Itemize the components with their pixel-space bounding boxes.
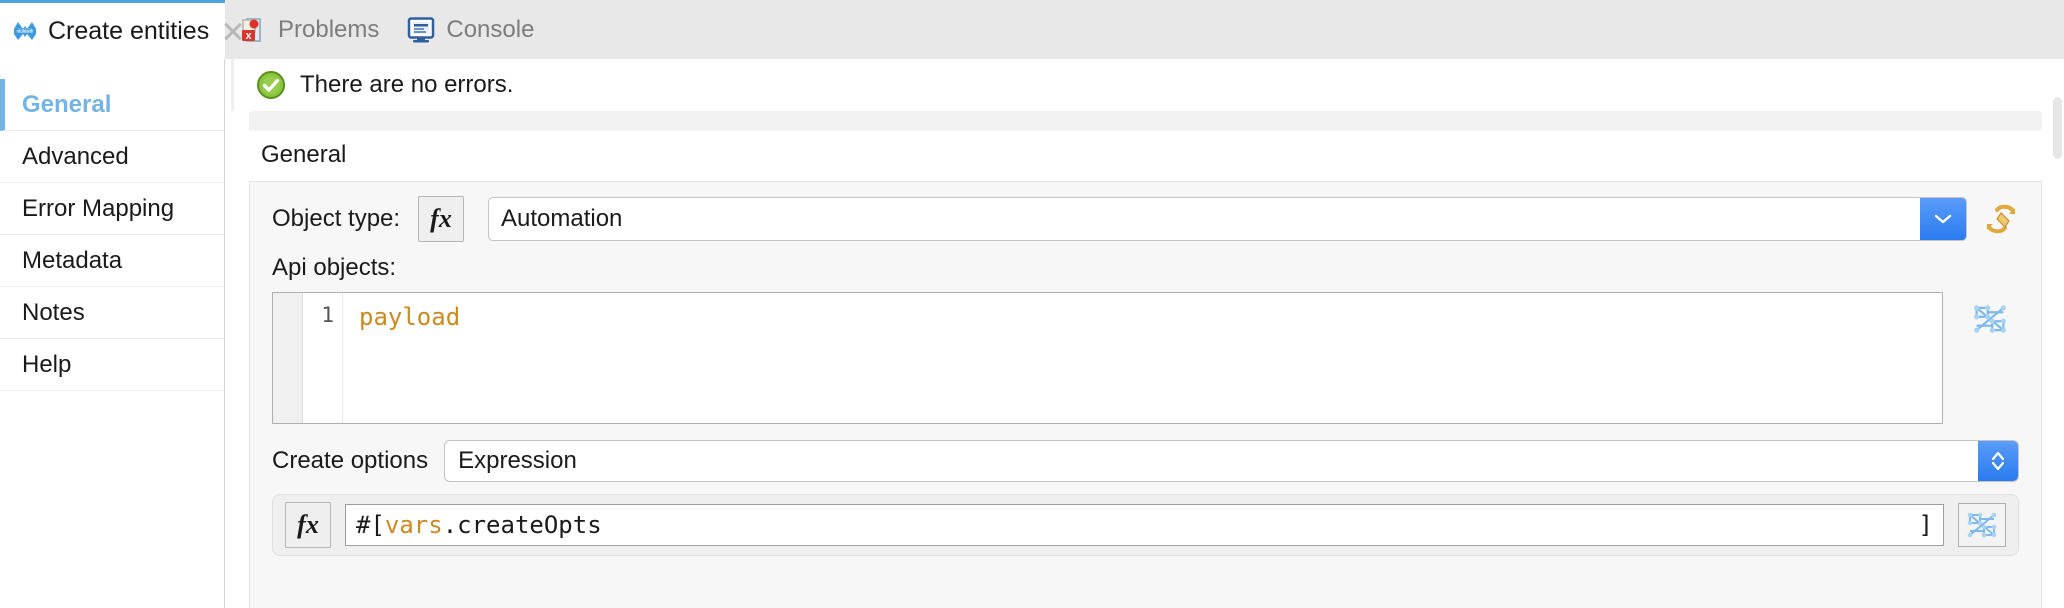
sidebar-item-error-mapping[interactable]: Error Mapping (0, 183, 224, 235)
editor-line-number: 1 (303, 293, 343, 423)
sidebar-item-notes[interactable]: Notes (0, 287, 224, 339)
success-check-icon (257, 71, 285, 99)
api-objects-dataweave-button[interactable] (1961, 292, 2019, 424)
status-divider (249, 111, 2042, 131)
dataweave-icon (1974, 305, 2006, 333)
fx-label: fx (297, 510, 319, 539)
stepper-updown-icon (1991, 451, 2005, 471)
sidebar-item-label: Metadata (22, 246, 123, 274)
create-options-label: Create options (272, 447, 429, 474)
editor-window: mulesoft Create entities x Problems Cons… (0, 0, 2064, 608)
editor-gutter (273, 293, 303, 423)
status-text: There are no errors. (300, 71, 514, 98)
tab-problems[interactable]: x Problems (225, 0, 393, 59)
sidebar-item-label: Help (22, 350, 72, 378)
status-bar: There are no errors. (231, 59, 2064, 111)
create-options-stepper-button[interactable] (1978, 441, 2018, 481)
expression-input[interactable]: #[ vars .createOpts ] (345, 504, 1944, 546)
object-type-label: Object type: (272, 205, 401, 232)
scrollbar-thumb[interactable] (2053, 97, 2062, 159)
expression-closing-bracket: ] (1918, 511, 1933, 539)
close-icon[interactable] (221, 19, 245, 43)
expression-token: vars (384, 511, 443, 539)
sidebar-item-advanced[interactable]: Advanced (0, 131, 224, 183)
api-objects-label: Api objects: (272, 254, 397, 281)
main-panel: There are no errors. General Object type… (225, 59, 2064, 608)
general-group: General Object type: fx Automation Api o… (249, 131, 2042, 608)
sidebar-item-metadata[interactable]: Metadata (0, 235, 224, 287)
sidebar-item-help[interactable]: Help (0, 339, 224, 391)
fx-label: fx (430, 204, 452, 233)
tab-label: Console (446, 15, 535, 43)
object-type-fx-button[interactable]: fx (418, 196, 464, 242)
create-options-select[interactable]: Expression (444, 440, 2019, 482)
api-objects-editor-row: 1 payload (250, 292, 2041, 424)
tab-console[interactable]: Console (393, 0, 548, 59)
sidebar-item-label: Error Mapping (22, 194, 175, 222)
expression-dataweave-button[interactable] (1958, 503, 2006, 547)
api-objects-editor[interactable]: 1 payload (272, 292, 1943, 424)
svg-text:mulesoft: mulesoft (16, 29, 34, 34)
object-type-combo[interactable]: Automation (488, 197, 1967, 241)
sidebar-item-label: Advanced (22, 142, 129, 170)
editor-code[interactable]: payload (343, 293, 1942, 423)
mulesoft-logo-icon: mulesoft (14, 22, 36, 40)
vertical-scrollbar[interactable] (2051, 59, 2064, 608)
sidebar-item-label: Notes (22, 298, 85, 326)
refresh-metadata-icon[interactable] (1983, 201, 2019, 237)
object-type-dropdown-button[interactable] (1920, 198, 1966, 240)
create-options-row: Create options Expression (250, 440, 2041, 482)
sidebar-item-label: General (22, 90, 112, 118)
group-title: General (261, 141, 347, 168)
general-group-box: Object type: fx Automation Api objects: … (249, 181, 2042, 608)
tab-bar: mulesoft Create entities x Problems Cons… (0, 0, 2064, 59)
create-options-value: Expression (458, 447, 577, 474)
dataweave-icon (1967, 512, 1997, 538)
sidebar-item-general[interactable]: General (0, 79, 224, 131)
settings-sidebar: General Advanced Error Mapping Metadata … (0, 59, 225, 608)
object-type-value: Automation (501, 205, 623, 232)
body: General Advanced Error Mapping Metadata … (0, 59, 2064, 608)
tab-create-entities[interactable]: mulesoft Create entities (0, 0, 225, 59)
tab-label: Create entities (48, 16, 210, 45)
tab-label: Problems (278, 15, 380, 43)
svg-text:x: x (245, 30, 252, 42)
expression-fx-button[interactable]: fx (285, 502, 331, 548)
expression-suffix: .createOpts (442, 511, 602, 539)
expression-prefix: #[ (356, 511, 385, 539)
editor-gap (1943, 292, 1961, 424)
tab-bar-filler (548, 0, 2064, 59)
expression-panel: fx #[ vars .createOpts ] (272, 494, 2019, 556)
console-icon (408, 16, 435, 42)
chevron-down-icon (1934, 214, 1952, 224)
object-type-row: Object type: fx Automation (250, 196, 2041, 242)
